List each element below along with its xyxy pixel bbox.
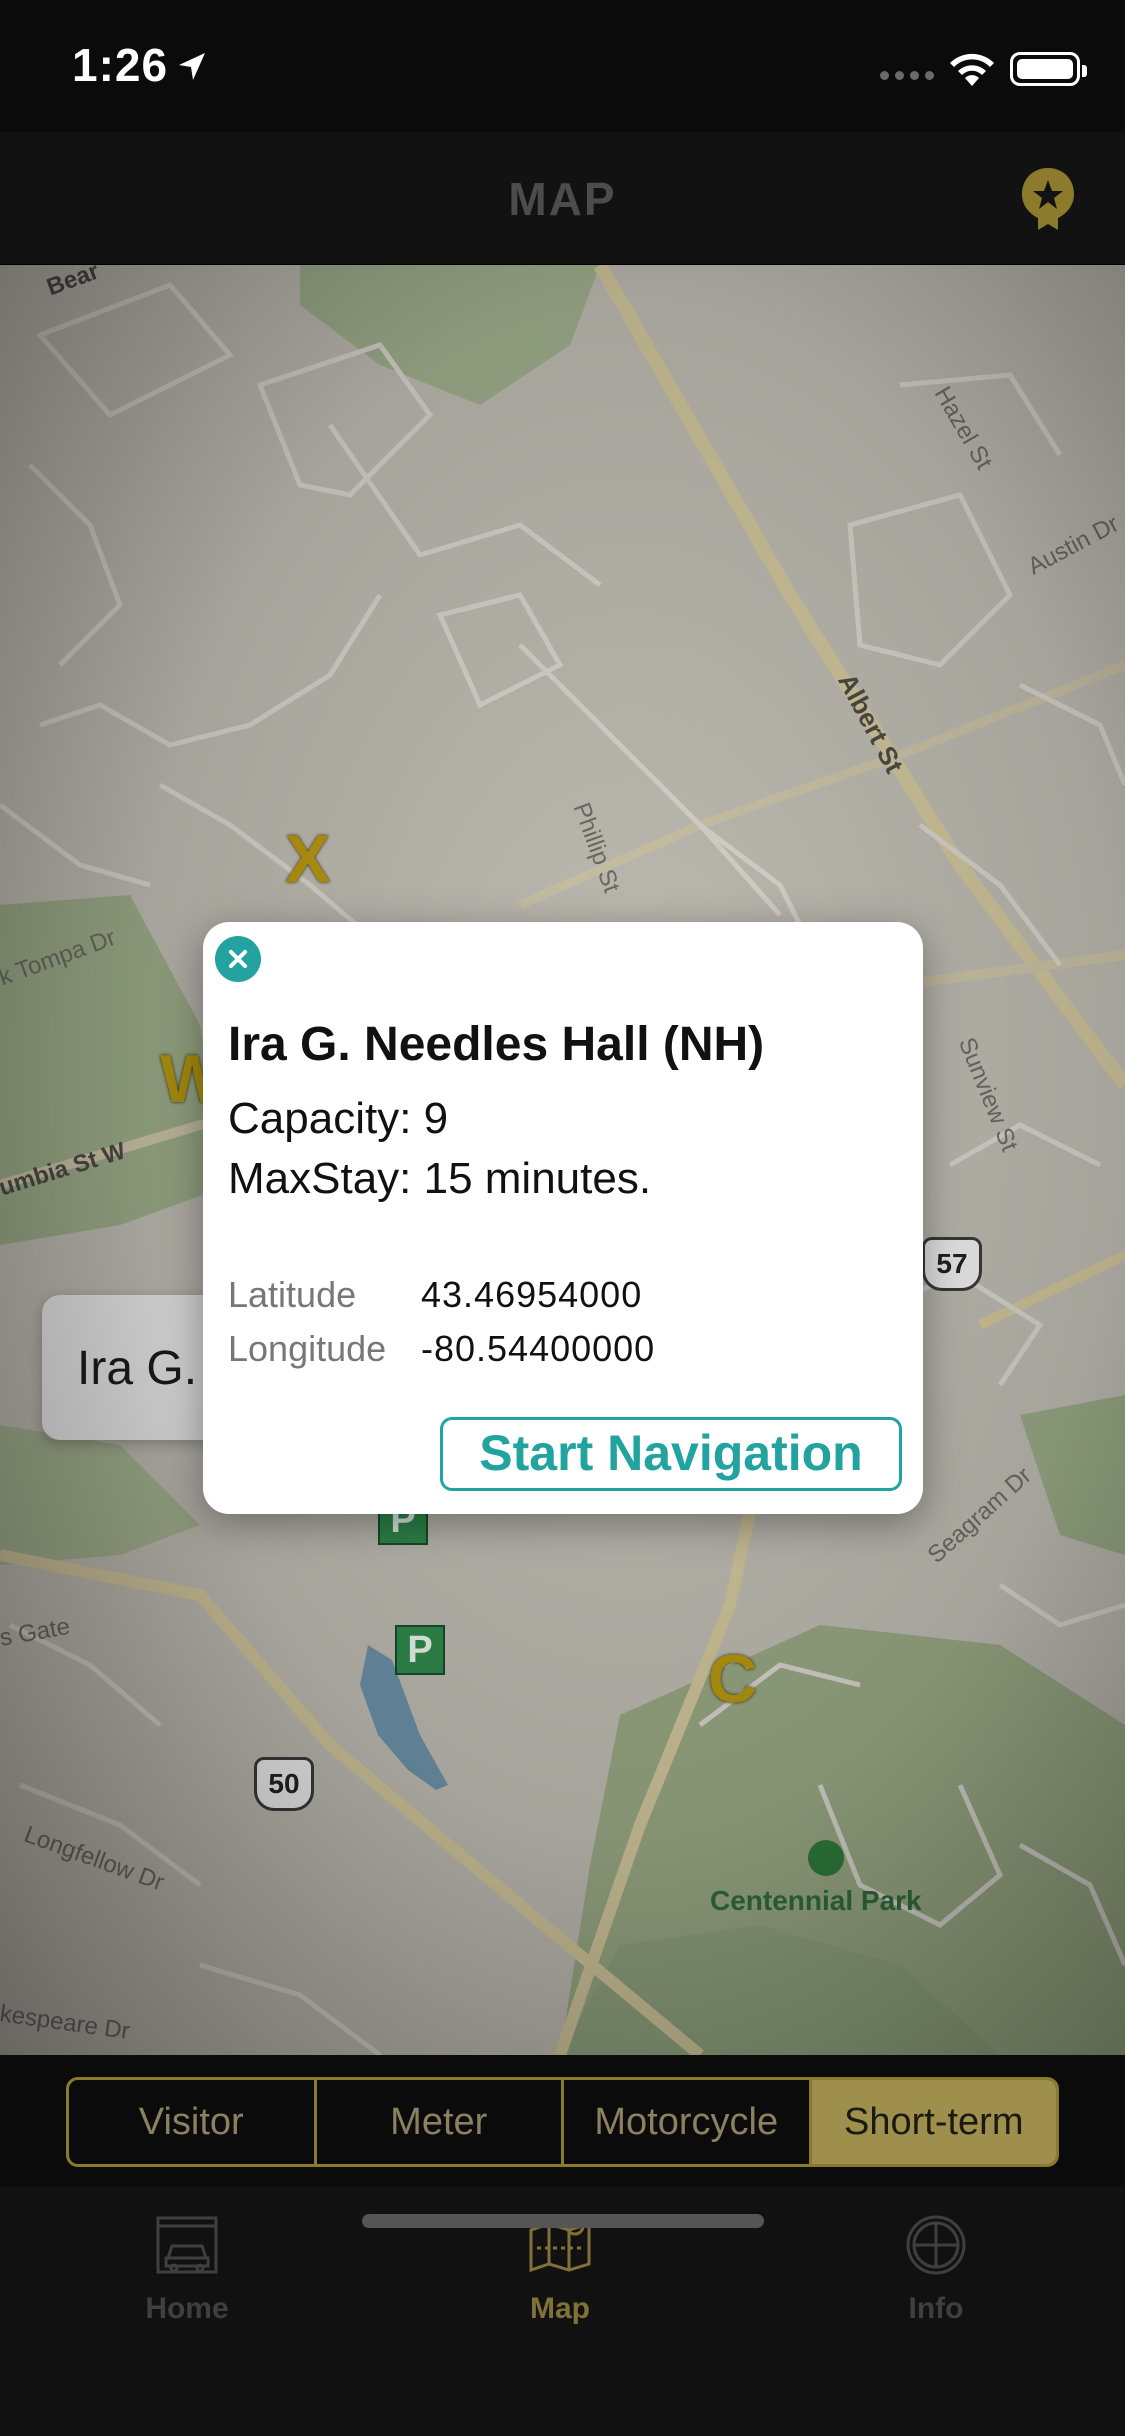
location-arrow-icon <box>179 53 205 80</box>
page-title: MAP <box>508 173 617 225</box>
tab-info-label: Info <box>908 2292 964 2325</box>
segment-short-term[interactable]: Short-term <box>811 2080 1056 2164</box>
latitude-label: Latitude <box>228 1274 357 1315</box>
tab-map-label: Map <box>530 2292 590 2325</box>
tab-home[interactable]: Home <box>77 2212 297 2352</box>
close-icon[interactable] <box>215 936 261 982</box>
segment-meter[interactable]: Meter <box>317 2080 564 2164</box>
cellular-signal-icon <box>880 71 934 80</box>
location-popup: Ira G. Needles Hall (NH) Capacity: 9 Max… <box>203 922 923 1514</box>
favorite-badge-icon[interactable] <box>1012 162 1084 234</box>
garage-car-icon <box>156 2216 218 2274</box>
status-time: 1:26 <box>72 39 169 91</box>
parking-type-area: Visitor Meter Motorcycle Short-term <box>0 2055 1125 2187</box>
parking-type-segmented-control[interactable]: Visitor Meter Motorcycle Short-term <box>66 2077 1059 2167</box>
capacity-text: Capacity: 9 <box>228 1094 449 1143</box>
tab-bar: Home Map Info <box>0 2187 1125 2436</box>
latitude-value: 43.46954000 <box>421 1274 643 1315</box>
parking-lot-marker[interactable]: C <box>708 1640 757 1718</box>
home-indicator[interactable] <box>362 2214 764 2228</box>
status-bar: 1:26 <box>0 0 1125 132</box>
longitude-value: -80.54400000 <box>421 1328 656 1369</box>
segment-motorcycle[interactable]: Motorcycle <box>564 2080 812 2164</box>
route-shield: 57 <box>922 1237 982 1291</box>
app-screen: 1:26 MAP Hazel St Austin Dr Albert St Ph… <box>0 0 1125 2436</box>
compass-icon <box>906 2215 966 2275</box>
battery-icon <box>1010 52 1087 86</box>
route-shield: 50 <box>254 1757 314 1811</box>
segment-visitor[interactable]: Visitor <box>69 2080 317 2164</box>
park-pin-icon <box>808 1840 844 1876</box>
parking-marker[interactable]: P <box>395 1625 445 1675</box>
tab-info[interactable]: Info <box>826 2212 1046 2352</box>
tab-home-label: Home <box>145 2292 229 2325</box>
popup-title: Ira G. Needles Hall (NH) <box>228 1018 765 1071</box>
tab-map[interactable]: Map <box>450 2212 670 2352</box>
park-label: Centennial Park <box>710 1885 922 1916</box>
maxstay-text: MaxStay: 15 minutes. <box>228 1154 652 1203</box>
parking-lot-marker[interactable]: X <box>285 820 330 898</box>
longitude-label: Longitude <box>228 1328 387 1369</box>
navigation-bar: MAP <box>0 132 1125 265</box>
start-navigation-button[interactable]: Start Navigation <box>440 1417 902 1491</box>
wifi-icon <box>950 53 994 86</box>
